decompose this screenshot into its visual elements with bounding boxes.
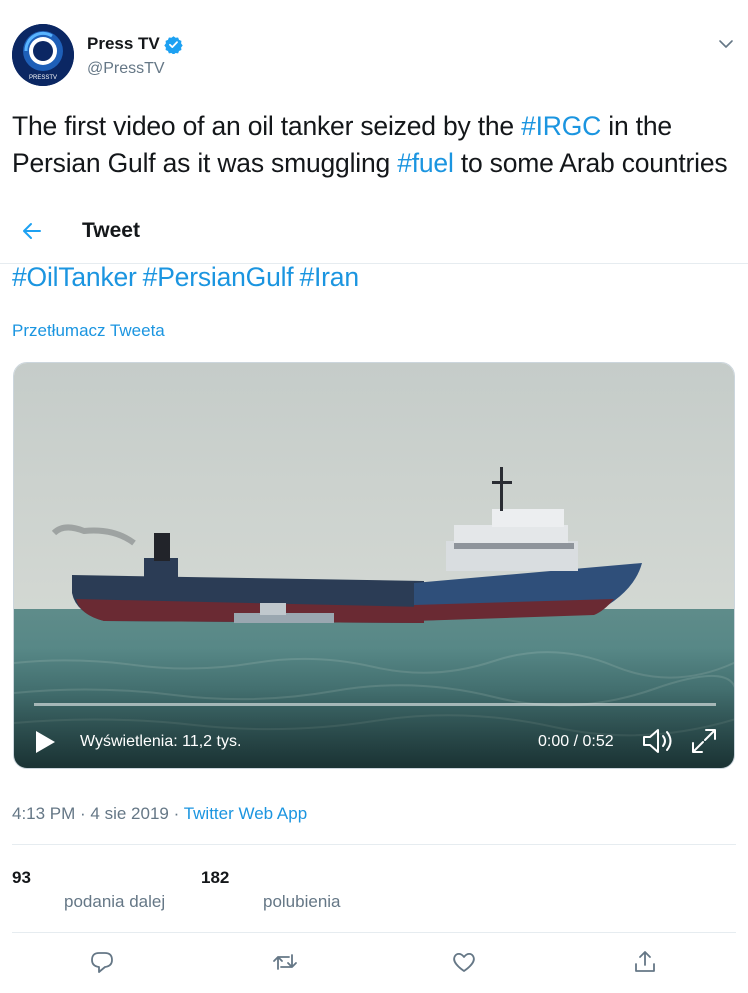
tweet-date[interactable]: 4 sie 2019 bbox=[90, 804, 168, 823]
like-count[interactable]: 182 bbox=[201, 868, 229, 888]
video-duration: 0:00 / 0:52 bbox=[538, 733, 614, 750]
play-icon[interactable] bbox=[33, 729, 57, 755]
hashtag-oiltanker[interactable]: #OilTanker bbox=[12, 262, 137, 292]
tweet-source[interactable]: Twitter Web App bbox=[184, 804, 307, 823]
divider bbox=[12, 844, 736, 845]
divider bbox=[12, 932, 736, 933]
video-player[interactable]: Wyświetlenia: 11,2 tys. 0:00 / 0:52 bbox=[13, 362, 735, 769]
video-thumbnail bbox=[14, 363, 734, 768]
tweet-time[interactable]: 4:13 PM bbox=[12, 804, 75, 823]
hashtag-persiangulf[interactable]: #PersianGulf bbox=[143, 262, 294, 292]
retweet-label[interactable]: podania dalej bbox=[64, 892, 165, 912]
hashtag-irgc[interactable]: #IRGC bbox=[521, 111, 601, 141]
retweet-count[interactable]: 93 bbox=[12, 868, 31, 888]
hashtag-row: #OilTanker #PersianGulf #Iran bbox=[12, 260, 365, 294]
chevron-down-icon[interactable] bbox=[716, 34, 736, 54]
avatar-text: PRESSTV bbox=[29, 75, 57, 81]
hashtag-iran[interactable]: #Iran bbox=[299, 262, 359, 292]
video-controls: Wyświetlenia: 11,2 tys. 0:00 / 0:52 bbox=[14, 713, 734, 768]
volume-icon[interactable] bbox=[641, 727, 675, 755]
video-progress-bar[interactable] bbox=[34, 703, 716, 706]
share-icon[interactable] bbox=[632, 949, 658, 975]
tweet-text: The first video of an oil tanker seized … bbox=[12, 108, 736, 182]
like-icon[interactable] bbox=[451, 949, 477, 975]
tweet-header-bar: Tweet bbox=[0, 198, 748, 264]
display-name[interactable]: Press TV bbox=[87, 34, 160, 54]
view-count: Wyświetlenia: 11,2 tys. bbox=[80, 733, 242, 750]
retweet-icon[interactable] bbox=[272, 949, 298, 975]
page-title: Tweet bbox=[82, 219, 140, 242]
press-tv-logo-icon: PRESSTV bbox=[12, 24, 74, 86]
name-row[interactable]: Press TV bbox=[87, 34, 183, 54]
separator: · bbox=[75, 804, 91, 823]
tweet-actions bbox=[0, 945, 748, 981]
tweet-text-part: The first video of an oil tanker seized … bbox=[12, 111, 522, 141]
tweet-stats: 93 podania dalej 182 polubienia bbox=[12, 858, 736, 918]
reply-icon[interactable] bbox=[89, 949, 115, 975]
avatar[interactable]: PRESSTV bbox=[12, 24, 74, 86]
tweet-text-container: The first video of an oil tanker seized … bbox=[0, 100, 748, 198]
handle[interactable]: @PressTV bbox=[87, 60, 165, 78]
translate-tweet-link[interactable]: Przetłumacz Tweeta bbox=[12, 321, 165, 341]
arrow-left-icon[interactable] bbox=[20, 219, 44, 243]
like-label[interactable]: polubienia bbox=[263, 892, 341, 912]
verified-badge-icon bbox=[164, 35, 183, 54]
tweet-author: PRESSTV Press TV @PressTV bbox=[12, 24, 736, 86]
hashtag-fuel[interactable]: #fuel bbox=[397, 148, 454, 178]
tweet-timestamp: 4:13 PM · 4 sie 2019 · Twitter Web App bbox=[12, 804, 307, 824]
fullscreen-icon[interactable] bbox=[690, 727, 718, 755]
separator: · bbox=[168, 804, 184, 823]
tweet-text-part: to some Arab countries bbox=[453, 148, 728, 178]
